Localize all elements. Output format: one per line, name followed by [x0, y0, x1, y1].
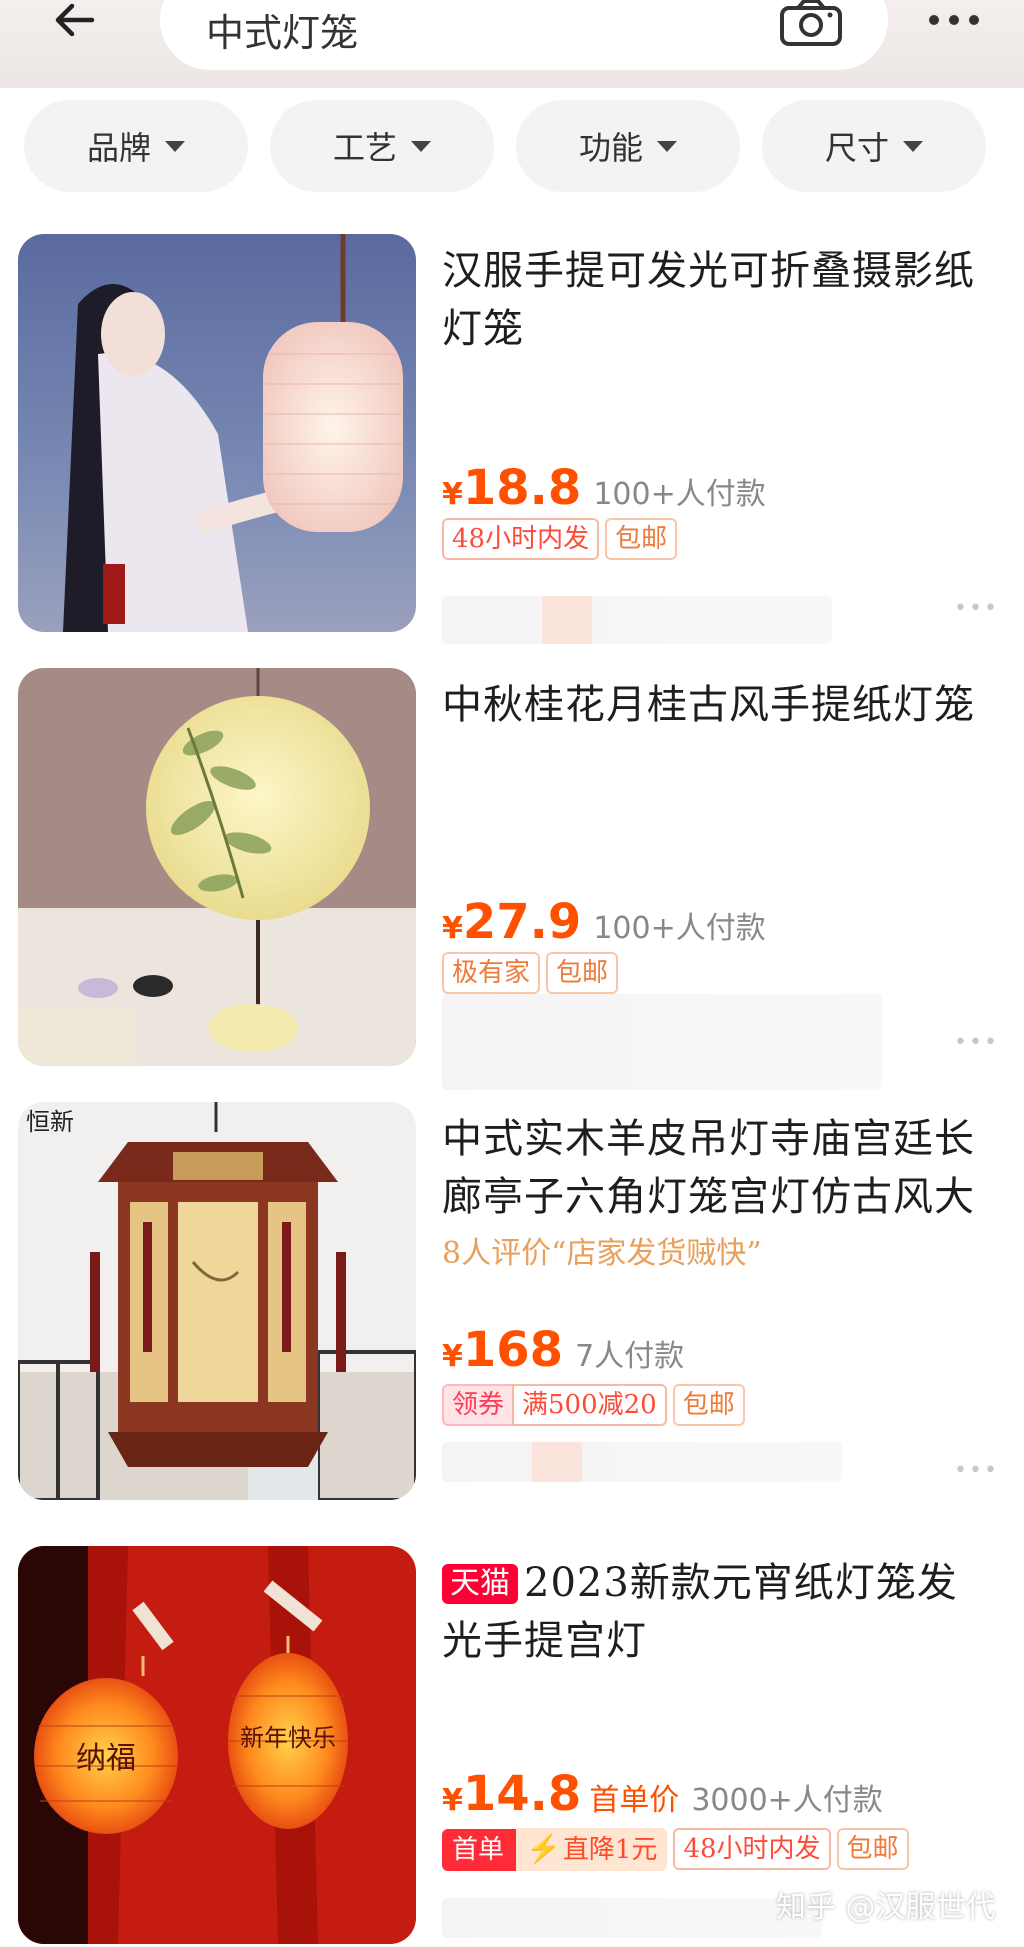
filter-size[interactable]: 尺寸	[762, 100, 986, 192]
watermark: 知乎 @汉服世代	[776, 1890, 996, 1925]
card-more-icon[interactable]: •••	[954, 1458, 999, 1483]
product-title[interactable]: 中式实木羊皮吊灯寺庙宫廷长 廊亭子六角灯笼宫灯仿古风大	[442, 1110, 1002, 1226]
coupon-button[interactable]: 领券	[442, 1384, 513, 1426]
search-query-text: 中式灯笼	[206, 11, 359, 55]
title-line: 2023新款元宵纸灯笼发	[524, 1560, 958, 1606]
price-row: ¥14.8 首单价 3000+人付款	[442, 1766, 883, 1822]
filter-label: 尺寸	[824, 129, 889, 167]
sales-count: 3000+人付款	[691, 1783, 883, 1818]
price-row: ¥27.9 100+人付款	[442, 894, 766, 950]
price-row: ¥18.8 100+人付款	[442, 460, 766, 516]
price-row: ¥168 7人付款	[442, 1322, 684, 1378]
filter-label: 工艺	[332, 129, 397, 167]
tag-jiyoujia: 极有家	[442, 952, 541, 994]
filter-brand[interactable]: 品牌	[24, 100, 248, 192]
product-card[interactable]: 恒新 中式实木羊皮吊灯寺庙宫廷长 廊亭子六角灯笼宫灯仿古风大 8人评价“店家发货…	[0, 1102, 1024, 1502]
sales-count: 7人付款	[575, 1339, 685, 1374]
blurred-chip	[542, 596, 592, 644]
first-order-discount: 直降1元	[562, 1835, 658, 1865]
caret-down-icon	[657, 140, 677, 152]
filter-label: 品牌	[86, 129, 151, 167]
blurred-shop-info	[442, 1898, 822, 1938]
currency-symbol: ¥	[442, 477, 463, 512]
tmall-badge: 天猫	[442, 1564, 518, 1604]
blurred-shop-info	[442, 994, 882, 1090]
arrow-left-icon	[55, 3, 95, 37]
product-title[interactable]: 中秋桂花月桂古风手提纸灯笼	[442, 676, 1002, 734]
currency-symbol: ¥	[442, 1339, 463, 1374]
sales-count: 100+人付款	[593, 477, 766, 512]
blurred-chip	[532, 1442, 582, 1482]
price: 14.8	[462, 1766, 582, 1822]
lantern-text-left: 纳福	[76, 1741, 136, 1776]
product-card[interactable]: 汉服手提可发光可折叠摄影纸 灯笼 ¥18.8 100+人付款 48小时内发 包邮 •…	[0, 234, 1024, 644]
caret-down-icon	[165, 140, 185, 152]
image-brand-text: 恒新	[26, 1108, 74, 1136]
tag-48h-shipping: 48小时内发	[442, 518, 600, 560]
product-image[interactable]: 恒新	[18, 1102, 416, 1500]
filter-craft[interactable]: 工艺	[270, 100, 494, 192]
card-more-icon[interactable]: •••	[954, 596, 999, 621]
first-order-price-note: 首单价	[589, 1783, 680, 1818]
tag-48h-shipping: 48小时内发	[673, 1828, 831, 1870]
lantern-text-right: 新年快乐	[240, 1724, 336, 1752]
more-dots-icon	[929, 15, 979, 25]
title-line: 廊亭子六角灯笼宫灯仿古风大	[442, 1174, 975, 1220]
currency-symbol: ¥	[442, 911, 463, 946]
tag-free-shipping: 包邮	[605, 518, 678, 560]
tag-free-shipping: 包邮	[546, 952, 619, 994]
title-line: 光手提宫灯	[442, 1618, 647, 1664]
search-input[interactable]: 中式灯笼	[160, 0, 888, 70]
product-image[interactable]	[18, 234, 416, 632]
price: 27.9	[462, 894, 582, 950]
filter-label: 功能	[578, 129, 643, 167]
first-order-label: 首单	[442, 1829, 517, 1871]
price: 168	[462, 1322, 564, 1378]
top-bar: 中式灯笼	[0, 0, 1024, 88]
product-title[interactable]: 汉服手提可发光可折叠摄影纸 灯笼	[442, 242, 1002, 358]
tag-row: 首单 ⚡直降1元 48小时内发 包邮	[442, 1828, 915, 1871]
back-button[interactable]	[48, 0, 112, 44]
filter-function[interactable]: 功能	[516, 100, 740, 192]
blurred-shop-info	[442, 596, 832, 644]
card-more-icon[interactable]: •••	[954, 1030, 999, 1055]
tag-row: 领券 满500减20 包邮	[442, 1384, 751, 1426]
tag-row: 极有家 包邮	[442, 952, 624, 994]
title-line: 灯笼	[442, 306, 524, 352]
product-title[interactable]: 天猫 2023新款元宵纸灯笼发 光手提宫灯	[442, 1554, 1002, 1670]
blurred-shop-info	[442, 1442, 842, 1482]
caret-down-icon	[903, 140, 923, 152]
camera-icon	[780, 0, 842, 46]
lightning-icon: ⚡	[526, 1832, 561, 1865]
tag-free-shipping: 包邮	[672, 1384, 745, 1426]
camera-search-button[interactable]	[778, 0, 844, 48]
title-line: 中秋桂花月桂古风手提纸灯笼	[442, 682, 975, 728]
product-image[interactable]	[18, 668, 416, 1066]
title-line: 中式实木羊皮吊灯寺庙宫廷长	[442, 1116, 975, 1162]
currency-symbol: ¥	[442, 1783, 463, 1818]
sales-count: 100+人付款	[593, 911, 766, 946]
product-image[interactable]: 纳福 新年快乐	[18, 1546, 416, 1944]
more-button[interactable]	[926, 10, 986, 34]
filter-bar: 品牌 工艺 功能 尺寸	[24, 100, 1024, 192]
tag-row: 48小时内发 包邮	[442, 518, 683, 560]
first-order-discount-badge: 首单 ⚡直降1元	[442, 1828, 668, 1871]
tag-free-shipping: 包邮	[836, 1828, 909, 1870]
caret-down-icon	[411, 140, 431, 152]
price: 18.8	[462, 460, 582, 516]
review-snippet[interactable]: 8人评价“店家发货贼快”	[442, 1228, 762, 1272]
title-line: 汉服手提可发光可折叠摄影纸	[442, 248, 975, 294]
coupon-amount: 满500减20	[512, 1384, 667, 1426]
product-card[interactable]: 中秋桂花月桂古风手提纸灯笼 ¥27.9 100+人付款 极有家 包邮 •••	[0, 668, 1024, 1090]
